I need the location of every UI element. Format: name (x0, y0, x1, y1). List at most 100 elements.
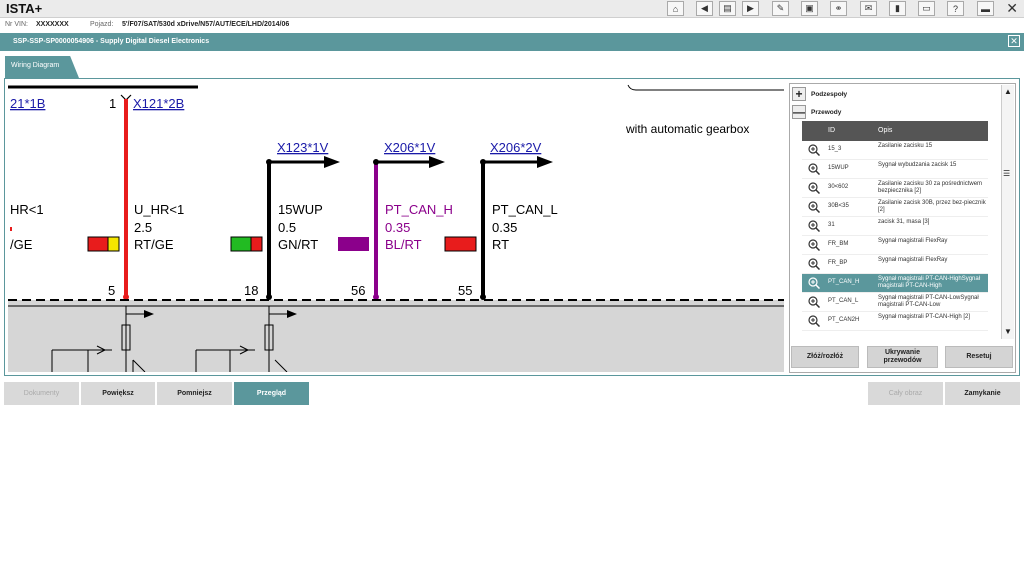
scroll-thumb-icon[interactable]: ☰ (1003, 169, 1010, 178)
vin-value: XXXXXXX (36, 21, 69, 28)
table-row[interactable]: 30<602 Zasilanie zacisku 30 za pośrednict… (802, 179, 988, 198)
zoom-in-icon[interactable] (808, 239, 820, 251)
scrollbar[interactable]: ▲ ☰ ▼ (1001, 85, 1014, 339)
reset-button[interactable]: Resetuj (945, 346, 1013, 368)
table-row[interactable]: PT_CAN_L Sygnał magistrali PT-CAN-LowSygn… (802, 293, 988, 312)
connector-label-3[interactable]: X123*1V (277, 140, 329, 155)
wire-name-4: PT_CAN_H (385, 202, 453, 217)
column-header-desc[interactable]: Opis (878, 127, 892, 134)
collapse-icon[interactable]: — (792, 105, 806, 119)
vehicle-info-bar: Nr VIN: XXXXXXX Pojazd: 5'/F07/SAT/530d … (0, 19, 1024, 32)
mail-icon[interactable]: ✉ (860, 1, 877, 16)
column-header-id[interactable]: ID (828, 127, 835, 134)
row-description: Sygnał magistrali PT-CAN-LowSygnał magis… (878, 295, 979, 308)
row-id: FR_BP (828, 260, 848, 266)
book-icon[interactable]: ▣ (801, 1, 818, 16)
swatch-purple (338, 237, 369, 251)
expand-collapse-button[interactable]: Złóż/rozłóż (791, 346, 859, 368)
outline-curve (627, 84, 784, 91)
table-row[interactable]: FR_BP Sygnał magistrali FlexRay (802, 255, 988, 274)
row-description: Sygnał magistrali FlexRay (878, 238, 948, 244)
zoom-out-button[interactable]: Pomniejsz (157, 382, 232, 405)
wire-color-4: BL/RT (385, 237, 422, 252)
swatch-green (230, 236, 252, 252)
close-button[interactable]: Zamykanie (945, 382, 1020, 405)
table-row[interactable]: FR_BM Sygnał magistrali FlexRay (802, 236, 988, 255)
table-row[interactable]: 15_3 Zasilanie zacisku 15 (802, 141, 988, 160)
tree-item-wires[interactable]: — Przewody (792, 104, 992, 120)
close-document-icon[interactable]: ✕ (1008, 35, 1020, 47)
row-description: Sygnał magistrali FlexRay (878, 257, 948, 263)
zoom-in-icon[interactable] (808, 201, 820, 213)
swatch-red-3 (444, 236, 477, 252)
zoom-in-icon[interactable] (808, 296, 820, 308)
row-id: FR_BM (828, 241, 849, 247)
wire-color-5: RT (492, 237, 509, 252)
tree-item-label: Przewody (811, 108, 842, 116)
table-row[interactable]: 31 zacisk 31, masa [3] (802, 217, 988, 236)
back-icon[interactable]: ◀ (696, 1, 713, 16)
arrow-x206-2-icon (537, 156, 553, 168)
tree-item-components[interactable]: + Podzespoły (792, 86, 992, 102)
swatch-red (87, 236, 109, 252)
zoom-in-icon[interactable] (808, 163, 820, 175)
table-row[interactable]: 30B<35 Zasilanie zacisk 30B, przez bez-pi… (802, 198, 988, 217)
tree-item-label: Podzespoły (811, 90, 848, 98)
help-icon[interactable]: ? (947, 1, 964, 16)
window-icon[interactable]: ▬ (977, 1, 994, 16)
wire-name-3: 15WUP (278, 202, 323, 217)
scroll-down-icon[interactable]: ▼ (1004, 327, 1012, 336)
forward-icon[interactable]: ▶ (742, 1, 759, 16)
link-icon[interactable]: ⚭ (830, 1, 847, 16)
zoom-in-icon[interactable] (808, 144, 820, 156)
zoom-in-icon[interactable] (808, 258, 820, 270)
row-description: Sygnał magistrali PT-CAN-High [2] (878, 314, 971, 320)
zoom-in-icon[interactable] (808, 315, 820, 327)
arrow-x123-icon (324, 156, 340, 168)
pin-label-56: 56 (351, 283, 365, 298)
wire-size-5: 0.35 (492, 220, 517, 235)
wire-size-2: 2.5 (134, 220, 152, 235)
zoom-in-button[interactable]: Powiększ (81, 382, 155, 405)
battery-icon[interactable]: ▮ (889, 1, 906, 16)
connector-label-2[interactable]: X121*2B (133, 96, 184, 111)
scroll-up-icon[interactable]: ▲ (1004, 87, 1012, 96)
zoom-in-icon[interactable] (808, 220, 820, 232)
table-row[interactable]: PT_CAN_H Sygnał magistrali PT-CAN-HighSyg… (802, 274, 988, 293)
print-icon[interactable]: ▭ (918, 1, 935, 16)
pin-label-5: 5 (108, 283, 115, 298)
connector-label-1[interactable]: 21*1B (10, 96, 45, 111)
pin-label-18: 18 (244, 283, 258, 298)
wiring-diagram[interactable]: 21*1B 1 X121*2B X123*1V X206*1V X206*2V … (8, 82, 784, 372)
title-bar: ISTA+ ⌂ ◀ ▤ ▶ ✎ ▣ ⚭ ✉ ▮ ▭ ? ▬ ✕ (0, 0, 1024, 18)
hide-wires-button[interactable]: Ukrywanie przewodów (867, 346, 938, 368)
overview-button[interactable]: Przegląd (234, 382, 309, 405)
table-row[interactable]: 15WUP Sygnał wybudzania zacisk 15 (802, 160, 988, 179)
zoom-in-icon[interactable] (808, 277, 820, 289)
document-header: SSP-SSP-SP0000054906 - Supply Digital Di… (0, 33, 1024, 51)
wire-name-1: HR<1 (10, 202, 44, 217)
wrench-icon[interactable]: ✎ (772, 1, 789, 16)
zoom-in-icon[interactable] (808, 182, 820, 194)
wire-size-4: 0.35 (385, 220, 410, 235)
row-id: PT_CAN_H (828, 279, 860, 285)
wiring-diagram-canvas: 21*1B 1 X121*2B X123*1V X206*1V X206*2V … (8, 84, 784, 372)
row-description: Sygnał magistrali PT-CAN-HighSygnał magi… (878, 276, 981, 289)
row-description: Sygnał wybudzania zacisk 15 (878, 162, 957, 168)
full-image-button[interactable]: Cały obraz (868, 382, 943, 405)
home-icon[interactable]: ⌂ (667, 1, 684, 16)
connector-label-4[interactable]: X206*1V (384, 140, 436, 155)
doc-icon[interactable]: ▤ (719, 1, 736, 16)
close-icon[interactable]: ✕ (1006, 0, 1018, 17)
row-description: Zasilanie zacisk 30B, przez bez-piecznik… (878, 200, 986, 213)
connector-label-5[interactable]: X206*2V (490, 140, 542, 155)
wire-color-1: /GE (10, 237, 33, 252)
expand-icon[interactable]: + (792, 87, 806, 101)
row-id: PT_CAN2H (828, 317, 860, 323)
tab-wiring-diagram[interactable]: Wiring Diagram (5, 56, 79, 78)
vehicle-value: 5'/F07/SAT/530d xDrive/N57/AUT/ECE/LHD/2… (122, 21, 290, 28)
arrow-x206-1-icon (429, 156, 445, 168)
documents-button[interactable]: Dokumenty (4, 382, 79, 405)
document-title: SSP-SSP-SP0000054906 - Supply Digital Di… (13, 38, 210, 45)
table-row[interactable]: PT_CAN2H Sygnał magistrali PT-CAN-High [2… (802, 312, 988, 331)
